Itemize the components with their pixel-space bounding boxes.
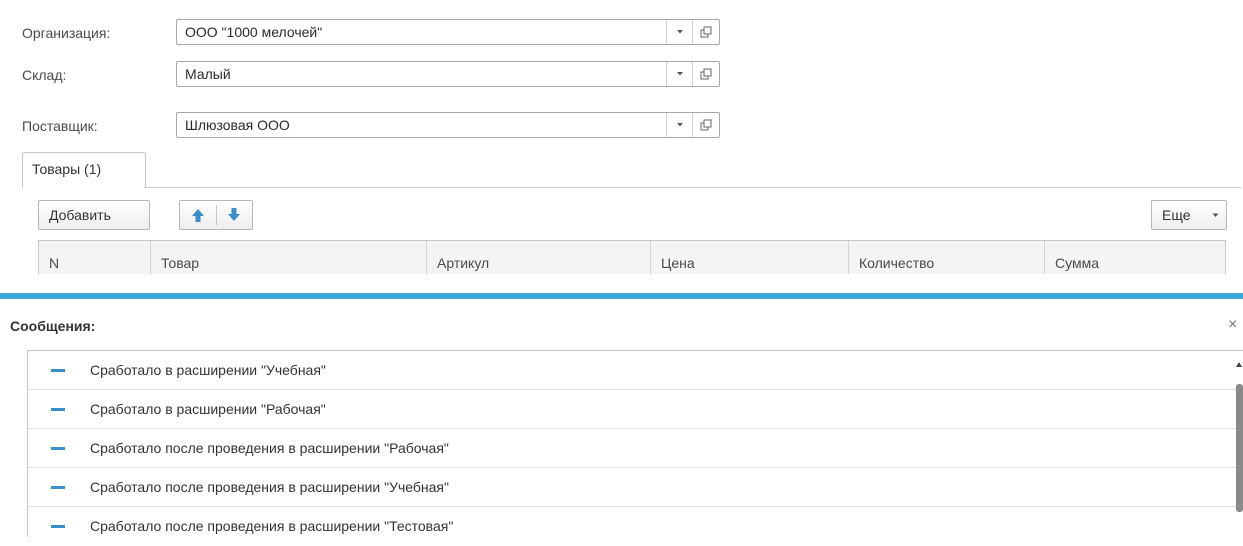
column-header-n[interactable]: N (39, 241, 151, 274)
organization-value: ООО "1000 мелочей" (185, 24, 323, 40)
message-item[interactable]: Сработало в расширении "Рабочая" (28, 390, 1243, 429)
column-header-sum[interactable]: Сумма (1045, 241, 1225, 274)
chevron-down-icon[interactable] (667, 113, 692, 137)
tab-goods[interactable]: Товары (1) (22, 152, 146, 188)
dash-icon (51, 369, 65, 372)
dash-icon (51, 408, 65, 411)
arrow-up-icon (192, 209, 204, 222)
messages-title: Сообщения: (10, 318, 96, 334)
supplier-value: Шлюзовая ООО (185, 117, 290, 133)
open-form-icon[interactable] (693, 113, 719, 137)
chevron-down-icon[interactable] (667, 20, 692, 44)
message-item[interactable]: Сработало после проведения в расширении … (28, 468, 1243, 507)
supplier-field[interactable]: Шлюзовая ООО (176, 112, 720, 138)
tab-divider (146, 187, 1241, 188)
dash-icon (51, 525, 65, 528)
chevron-down-icon[interactable] (667, 62, 692, 86)
move-buttons (179, 200, 253, 230)
messages-list: Сработало в расширении "Учебная" Сработа… (27, 350, 1243, 537)
tab-goods-label: Товары (1) (32, 161, 102, 177)
warehouse-value: Малый (185, 66, 231, 82)
arrow-down-icon (228, 208, 240, 221)
chevron-down-icon (1212, 213, 1219, 217)
goods-table-header: N Товар Артикул Цена Количество Сумма (38, 240, 1226, 274)
scroll-up-icon[interactable] (1236, 362, 1242, 367)
message-item[interactable]: Сработало в расширении "Учебная" (28, 351, 1243, 390)
open-form-icon[interactable] (693, 62, 719, 86)
column-header-product[interactable]: Товар (151, 241, 427, 274)
open-form-icon[interactable] (693, 20, 719, 44)
move-up-button[interactable] (180, 201, 216, 229)
message-item[interactable]: Сработало после проведения в расширении … (28, 429, 1243, 468)
add-button-label: Добавить (49, 207, 111, 223)
add-button[interactable]: Добавить (38, 200, 150, 230)
organization-field[interactable]: ООО "1000 мелочей" (176, 19, 720, 45)
supplier-label: Поставщик: (22, 118, 98, 134)
warehouse-field[interactable]: Малый (176, 61, 720, 87)
messages-splitter[interactable] (0, 293, 1243, 299)
more-button[interactable]: Еще (1151, 200, 1227, 230)
scrollbar-thumb[interactable] (1236, 384, 1243, 512)
message-item[interactable]: Сработало после проведения в расширении … (28, 507, 1243, 546)
close-icon[interactable]: × (1228, 316, 1237, 334)
move-down-button[interactable] (217, 201, 252, 229)
column-header-article[interactable]: Артикул (427, 241, 651, 274)
more-button-label: Еще (1162, 207, 1191, 223)
organization-label: Организация: (22, 25, 111, 41)
dash-icon (51, 447, 65, 450)
dash-icon (51, 486, 65, 489)
warehouse-label: Склад: (22, 67, 67, 83)
column-header-price[interactable]: Цена (651, 241, 849, 274)
column-header-quantity[interactable]: Количество (849, 241, 1045, 274)
